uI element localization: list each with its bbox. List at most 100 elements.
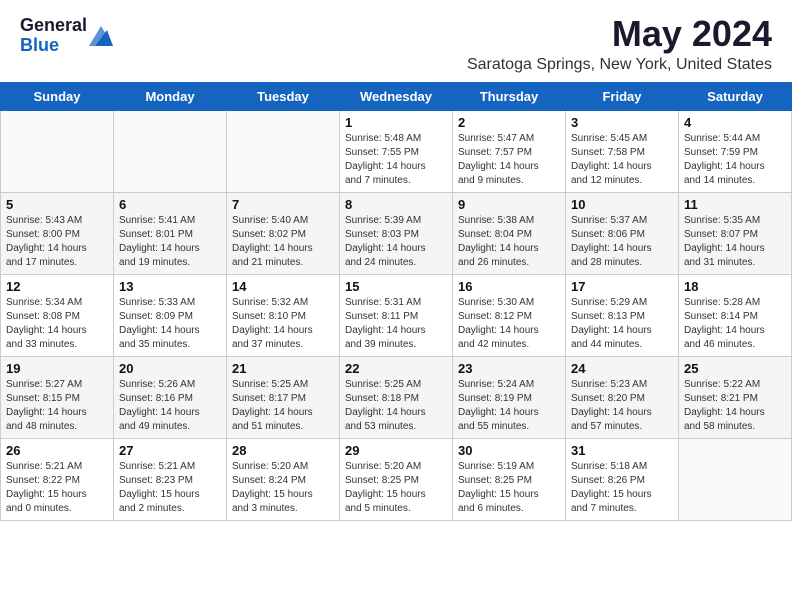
calendar-cell (679, 439, 792, 521)
day-info: Sunrise: 5:47 AM Sunset: 7:57 PM Dayligh… (458, 132, 560, 188)
day-info: Sunrise: 5:19 AM Sunset: 8:25 PM Dayligh… (458, 460, 560, 516)
calendar-cell: 10Sunrise: 5:37 AM Sunset: 8:06 PM Dayli… (566, 193, 679, 275)
day-info: Sunrise: 5:20 AM Sunset: 8:24 PM Dayligh… (232, 460, 334, 516)
calendar-cell: 8 Sunrise: 5:39 AM Sunset: 8:03 PM Daylig… (340, 193, 453, 275)
day-info: Sunrise: 5:28 AM Sunset: 8:14 PM Dayligh… (684, 296, 786, 352)
calendar-table: SundayMondayTuesdayWednesdayThursdayFrid… (0, 82, 792, 521)
weekday-header-thursday: Thursday (453, 83, 566, 111)
day-number: 16 (458, 279, 560, 294)
day-number: 24 (571, 361, 673, 376)
weekday-header-wednesday: Wednesday (340, 83, 453, 111)
calendar-cell: 28 Sunrise: 5:20 AM Sunset: 8:24 PM Dayli… (227, 439, 340, 521)
day-info: Sunrise: 5:34 AM Sunset: 8:08 PM Dayligh… (6, 296, 108, 352)
day-info: Sunrise: 5:44 AM Sunset: 7:59 PM Dayligh… (684, 132, 786, 188)
day-number: 10 (571, 197, 673, 212)
day-number: 8 (345, 197, 447, 212)
calendar-cell: 31 Sunrise: 5:18 AM Sunset: 8:26 PM Dayli… (566, 439, 679, 521)
logo: General Blue (20, 16, 113, 56)
weekday-header-monday: Monday (114, 83, 227, 111)
page-header: General Blue May 2024 Saratoga Springs, … (0, 0, 792, 82)
day-number: 7 (232, 197, 334, 212)
day-number: 9 (458, 197, 560, 212)
day-info: Sunrise: 5:27 AM Sunset: 8:15 PM Dayligh… (6, 378, 108, 434)
day-number: 19 (6, 361, 108, 376)
day-number: 31 (571, 443, 673, 458)
day-number: 14 (232, 279, 334, 294)
day-number: 27 (119, 443, 221, 458)
day-number: 26 (6, 443, 108, 458)
day-number: 23 (458, 361, 560, 376)
day-info: Sunrise: 5:33 AM Sunset: 8:09 PM Dayligh… (119, 296, 221, 352)
calendar-cell: 15Sunrise: 5:31 AM Sunset: 8:11 PM Dayli… (340, 275, 453, 357)
day-number: 28 (232, 443, 334, 458)
calendar-cell: 21 Sunrise: 5:25 AM Sunset: 8:17 PM Dayli… (227, 357, 340, 439)
calendar-cell: 3 Sunrise: 5:45 AM Sunset: 7:58 PM Daylig… (566, 111, 679, 193)
calendar-cell: 26 Sunrise: 5:21 AM Sunset: 8:22 PM Dayli… (1, 439, 114, 521)
day-info: Sunrise: 5:25 AM Sunset: 8:17 PM Dayligh… (232, 378, 334, 434)
weekday-header-friday: Friday (566, 83, 679, 111)
day-info: Sunrise: 5:25 AM Sunset: 8:18 PM Dayligh… (345, 378, 447, 434)
title-section: May 2024 Saratoga Springs, New York, Uni… (467, 16, 772, 74)
calendar-cell: 18 Sunrise: 5:28 AM Sunset: 8:14 PM Dayli… (679, 275, 792, 357)
calendar-cell: 13 Sunrise: 5:33 AM Sunset: 8:09 PM Dayli… (114, 275, 227, 357)
day-info: Sunrise: 5:43 AM Sunset: 8:00 PM Dayligh… (6, 214, 108, 270)
day-info: Sunrise: 5:20 AM Sunset: 8:25 PM Dayligh… (345, 460, 447, 516)
day-number: 25 (684, 361, 786, 376)
day-info: Sunrise: 5:45 AM Sunset: 7:58 PM Dayligh… (571, 132, 673, 188)
day-info: Sunrise: 5:39 AM Sunset: 8:03 PM Dayligh… (345, 214, 447, 270)
day-number: 21 (232, 361, 334, 376)
day-number: 11 (684, 197, 786, 212)
calendar-cell: 11 Sunrise: 5:35 AM Sunset: 8:07 PM Dayli… (679, 193, 792, 275)
day-number: 30 (458, 443, 560, 458)
calendar-week-row: 5 Sunrise: 5:43 AM Sunset: 8:00 PM Daylig… (1, 193, 792, 275)
calendar-cell: 7 Sunrise: 5:40 AM Sunset: 8:02 PM Daylig… (227, 193, 340, 275)
calendar-week-row: 12 Sunrise: 5:34 AM Sunset: 8:08 PM Dayli… (1, 275, 792, 357)
weekday-header-sunday: Sunday (1, 83, 114, 111)
weekday-header-tuesday: Tuesday (227, 83, 340, 111)
calendar-cell: 12 Sunrise: 5:34 AM Sunset: 8:08 PM Dayli… (1, 275, 114, 357)
day-number: 12 (6, 279, 108, 294)
logo-icon (89, 26, 113, 46)
day-info: Sunrise: 5:24 AM Sunset: 8:19 PM Dayligh… (458, 378, 560, 434)
day-info: Sunrise: 5:21 AM Sunset: 8:23 PM Dayligh… (119, 460, 221, 516)
day-info: Sunrise: 5:21 AM Sunset: 8:22 PM Dayligh… (6, 460, 108, 516)
calendar-cell: 30 Sunrise: 5:19 AM Sunset: 8:25 PM Dayli… (453, 439, 566, 521)
day-info: Sunrise: 5:30 AM Sunset: 8:12 PM Dayligh… (458, 296, 560, 352)
calendar-cell (227, 111, 340, 193)
day-number: 4 (684, 115, 786, 130)
day-info: Sunrise: 5:29 AM Sunset: 8:13 PM Dayligh… (571, 296, 673, 352)
calendar-cell: 23 Sunrise: 5:24 AM Sunset: 8:19 PM Dayli… (453, 357, 566, 439)
calendar-cell: 24 Sunrise: 5:23 AM Sunset: 8:20 PM Dayli… (566, 357, 679, 439)
calendar-cell: 17 Sunrise: 5:29 AM Sunset: 8:13 PM Dayli… (566, 275, 679, 357)
day-info: Sunrise: 5:26 AM Sunset: 8:16 PM Dayligh… (119, 378, 221, 434)
calendar-cell: 19 Sunrise: 5:27 AM Sunset: 8:15 PM Dayli… (1, 357, 114, 439)
day-number: 18 (684, 279, 786, 294)
weekday-header-row: SundayMondayTuesdayWednesdayThursdayFrid… (1, 83, 792, 111)
day-number: 1 (345, 115, 447, 130)
calendar-week-row: 1 Sunrise: 5:48 AM Sunset: 7:55 PM Daylig… (1, 111, 792, 193)
day-number: 5 (6, 197, 108, 212)
calendar-cell (114, 111, 227, 193)
day-info: Sunrise: 5:18 AM Sunset: 8:26 PM Dayligh… (571, 460, 673, 516)
day-number: 22 (345, 361, 447, 376)
day-info: Sunrise: 5:23 AM Sunset: 8:20 PM Dayligh… (571, 378, 673, 434)
day-info: Sunrise: 5:48 AM Sunset: 7:55 PM Dayligh… (345, 132, 447, 188)
calendar-cell (1, 111, 114, 193)
day-info: Sunrise: 5:41 AM Sunset: 8:01 PM Dayligh… (119, 214, 221, 270)
day-number: 2 (458, 115, 560, 130)
day-number: 3 (571, 115, 673, 130)
day-info: Sunrise: 5:38 AM Sunset: 8:04 PM Dayligh… (458, 214, 560, 270)
day-info: Sunrise: 5:40 AM Sunset: 8:02 PM Dayligh… (232, 214, 334, 270)
calendar-cell: 27 Sunrise: 5:21 AM Sunset: 8:23 PM Dayli… (114, 439, 227, 521)
calendar-cell: 29 Sunrise: 5:20 AM Sunset: 8:25 PM Dayli… (340, 439, 453, 521)
day-number: 13 (119, 279, 221, 294)
location-subtitle: Saratoga Springs, New York, United State… (467, 56, 772, 74)
day-info: Sunrise: 5:35 AM Sunset: 8:07 PM Dayligh… (684, 214, 786, 270)
calendar-cell: 14Sunrise: 5:32 AM Sunset: 8:10 PM Dayli… (227, 275, 340, 357)
calendar-cell: 6Sunrise: 5:41 AM Sunset: 8:01 PM Daylig… (114, 193, 227, 275)
calendar-cell: 22 Sunrise: 5:25 AM Sunset: 8:18 PM Dayli… (340, 357, 453, 439)
day-info: Sunrise: 5:22 AM Sunset: 8:21 PM Dayligh… (684, 378, 786, 434)
logo-general: General (20, 16, 87, 36)
day-number: 17 (571, 279, 673, 294)
day-number: 29 (345, 443, 447, 458)
